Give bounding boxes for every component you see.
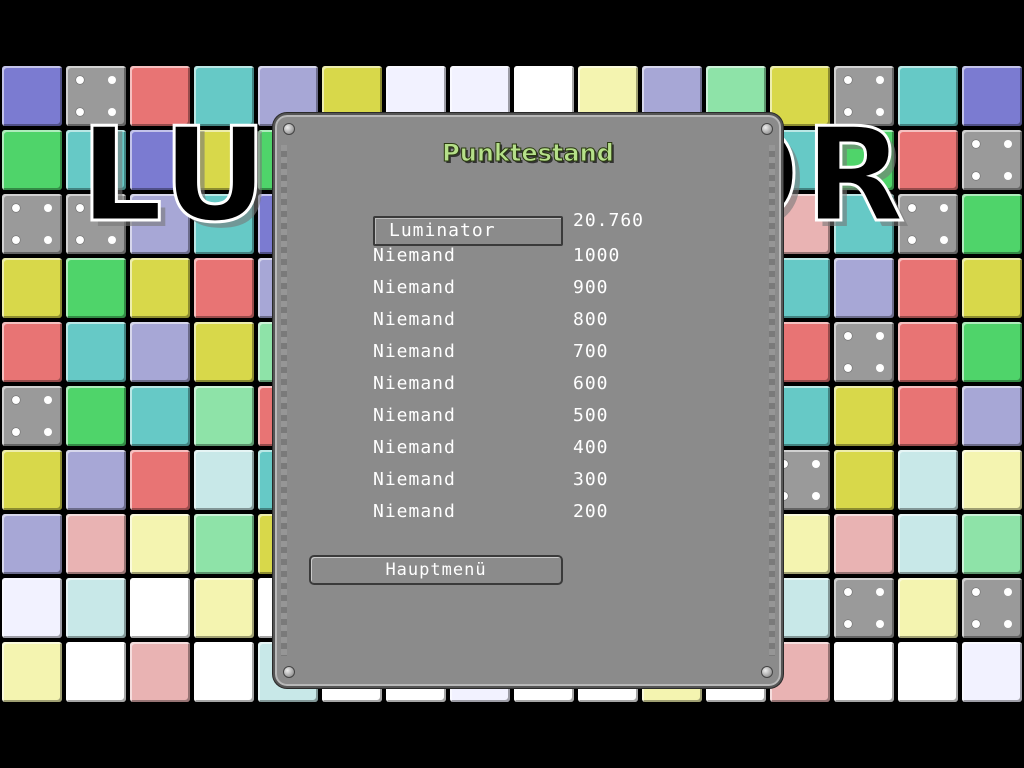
board-tile: [194, 258, 254, 318]
board-tile: [130, 578, 190, 638]
player-name: Niemand: [373, 501, 456, 522]
player-score: 700: [573, 341, 609, 362]
highscore-row: Niemand 600: [373, 373, 673, 403]
logo-text-left: LU: [79, 99, 272, 251]
board-tile: [194, 514, 254, 574]
board-tile: [898, 386, 958, 446]
player-score: 200: [573, 501, 609, 522]
player-score: 500: [573, 405, 609, 426]
player-name: Niemand: [373, 437, 456, 458]
main-menu-button[interactable]: Hauptmenü: [309, 555, 563, 585]
board-tile: [834, 386, 894, 446]
board-tile: [962, 386, 1022, 446]
screw-icon: [283, 666, 295, 678]
player-score: 900: [573, 277, 609, 298]
highscore-row: Niemand 300: [373, 469, 673, 499]
highscore-row: Niemand 200: [373, 501, 673, 531]
board-tile: [962, 642, 1022, 702]
player-score: 20.760: [573, 210, 645, 231]
board-tile: [2, 578, 62, 638]
board-tile: [194, 642, 254, 702]
board-tile: [898, 322, 958, 382]
board-tile: [130, 386, 190, 446]
board-tile: [962, 578, 1022, 638]
player-name: Niemand: [373, 469, 456, 490]
board-tile: [834, 578, 894, 638]
board-tile: [130, 450, 190, 510]
board-tile: [194, 450, 254, 510]
board-tile: [962, 258, 1022, 318]
player-name: Luminator: [389, 220, 496, 241]
board-tile: [2, 66, 62, 126]
board-tile: [834, 322, 894, 382]
board-tile: [130, 514, 190, 574]
dialog-title: Punktestand: [442, 139, 615, 168]
board-tile: [898, 450, 958, 510]
board-tile: [2, 642, 62, 702]
dialog-edge-right: [769, 145, 775, 656]
board-tile: [130, 322, 190, 382]
board-tile: [194, 578, 254, 638]
board-tile: [834, 450, 894, 510]
board-tile: [66, 578, 126, 638]
board-tile: [130, 642, 190, 702]
player-name: Niemand: [373, 309, 456, 330]
board-tile: [66, 386, 126, 446]
highscore-dialog: Punktestand Luminator 20.760 Niemand 100…: [273, 113, 783, 688]
highscore-row: Niemand 500: [373, 405, 673, 435]
board-tile: [66, 642, 126, 702]
board-tile: [962, 66, 1022, 126]
highscore-row: Niemand 900: [373, 277, 673, 307]
board-tile: [2, 450, 62, 510]
highscore-row: Niemand 400: [373, 437, 673, 467]
board-tile: [194, 386, 254, 446]
board-tile: [962, 130, 1022, 190]
player-score: 800: [573, 309, 609, 330]
board-tile: [898, 514, 958, 574]
player-name: Niemand: [373, 245, 456, 266]
board-tile: [834, 514, 894, 574]
board-tile: [2, 322, 62, 382]
board-tile: [2, 194, 62, 254]
board-tile: [962, 450, 1022, 510]
player-score: 600: [573, 373, 609, 394]
board-tile: [962, 322, 1022, 382]
player-name: Niemand: [373, 341, 456, 362]
board-tile: [898, 642, 958, 702]
highscore-row: Luminator 20.760: [373, 210, 673, 242]
player-score: 300: [573, 469, 609, 490]
board-tile: [66, 258, 126, 318]
player-name: Niemand: [373, 373, 456, 394]
board-tile: [66, 450, 126, 510]
player-score: 400: [573, 437, 609, 458]
highscore-row: Niemand 700: [373, 341, 673, 371]
dialog-edge-left: [281, 145, 287, 656]
board-tile: [2, 258, 62, 318]
board-tile: [130, 258, 190, 318]
board-tile: [194, 322, 254, 382]
board-tile: [2, 514, 62, 574]
player-name: Niemand: [373, 277, 456, 298]
board-tile: [898, 258, 958, 318]
screw-icon: [283, 123, 295, 135]
board-tile: [962, 514, 1022, 574]
board-tile: [962, 194, 1022, 254]
highscore-row: Niemand 800: [373, 309, 673, 339]
board-tile: [66, 322, 126, 382]
board-tile: [2, 386, 62, 446]
board-tile: [898, 578, 958, 638]
board-tile: [66, 514, 126, 574]
screw-icon: [761, 666, 773, 678]
player-name: Niemand: [373, 405, 456, 426]
board-tile: [834, 642, 894, 702]
screw-icon: [761, 123, 773, 135]
board-tile: [2, 130, 62, 190]
board-tile: [834, 258, 894, 318]
highscore-row: Niemand 1000: [373, 245, 673, 275]
player-score: 1000: [573, 245, 621, 266]
